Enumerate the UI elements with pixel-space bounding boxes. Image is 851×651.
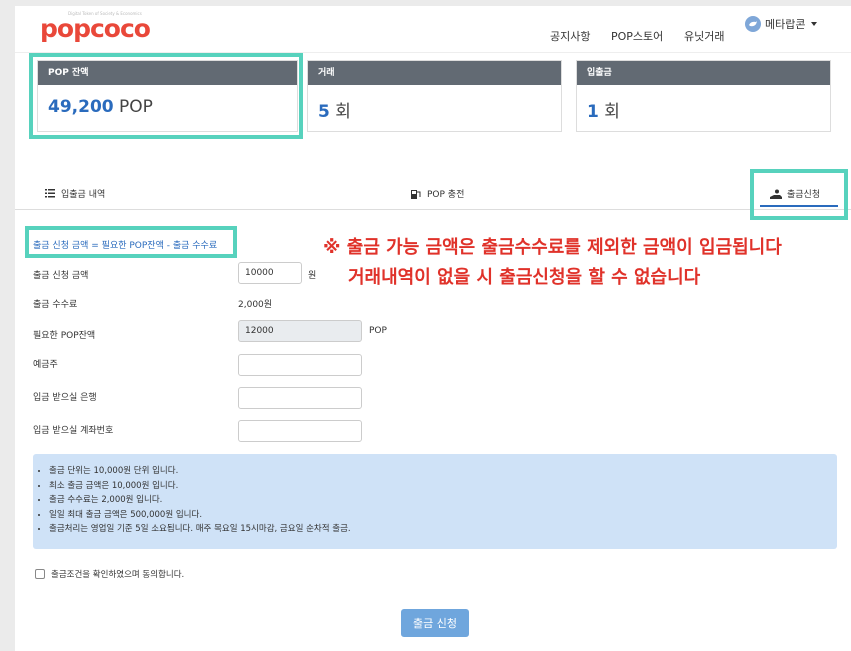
- stat-label: 입출금: [577, 61, 830, 85]
- avatar: [745, 16, 761, 32]
- list-icon: [45, 189, 55, 198]
- highlight-box-withdraw-tab: [750, 169, 848, 220]
- nav-pop-store[interactable]: POP스토어: [611, 28, 663, 44]
- required-balance-field: 12000: [238, 320, 362, 342]
- highlight-box-balance: [29, 53, 303, 139]
- highlight-box-formula: [25, 226, 237, 258]
- notice-item: 출금 단위는 10,000원 단위 입니다.: [49, 464, 837, 479]
- stat-card-trades: 거래 5 회: [307, 60, 562, 132]
- tab-charge[interactable]: POP 충전: [411, 187, 464, 200]
- agree-label: 출금조건을 확인하였으며 동의합니다.: [51, 570, 185, 580]
- fee-label: 출금 수수료: [33, 300, 78, 310]
- stat-value: 5 회: [318, 102, 351, 122]
- nav-unit-trade[interactable]: 유닛거래: [684, 28, 724, 44]
- tab-history-label: 입출금 내역: [61, 190, 106, 200]
- account-number-input[interactable]: [238, 420, 362, 442]
- amount-input[interactable]: 10000: [238, 262, 302, 284]
- stat-value: 1 회: [587, 102, 620, 122]
- amount-unit: 원: [308, 271, 317, 281]
- user-menu[interactable]: 메타랍콘: [745, 16, 818, 32]
- bird-icon: [749, 21, 757, 27]
- account-holder-input[interactable]: [238, 354, 362, 376]
- user-name: 메타랍콘: [765, 18, 806, 31]
- bank-label: 입금 받으실 은행: [33, 393, 97, 403]
- withdraw-notice: 출금 단위는 10,000원 단위 입니다. 최소 출금 금액은 10,000원…: [33, 454, 837, 549]
- chevron-down-icon: [811, 22, 818, 26]
- notice-item: 출금 수수료는 2,000원 입니다.: [49, 493, 837, 508]
- tabs-divider: [15, 209, 851, 210]
- tab-charge-label: POP 충전: [427, 190, 465, 200]
- warning-line-2: 거래내역이 없을 시 출금신청을 할 수 없습니다: [348, 267, 701, 288]
- nav-notice[interactable]: 공지사항: [550, 28, 590, 44]
- notice-item: 최소 출금 금액은 10,000원 입니다.: [49, 479, 837, 494]
- account-number-label: 입금 받으실 계좌번호: [33, 426, 114, 436]
- stat-label: 거래: [308, 61, 561, 85]
- charging-station-icon: [411, 189, 421, 199]
- agree-checkbox[interactable]: [35, 569, 45, 579]
- tab-history[interactable]: 입출금 내역: [45, 187, 105, 200]
- notice-item: 일일 최대 출금 금액은 500,000원 입니다.: [49, 508, 837, 523]
- agree-checkbox-row[interactable]: 출금조건을 확인하였으며 동의합니다.: [35, 568, 184, 580]
- bank-input[interactable]: [238, 387, 362, 409]
- required-balance-label: 필요한 POP잔액: [33, 331, 96, 341]
- submit-withdraw-button[interactable]: 출금 신청: [401, 609, 469, 637]
- stat-card-deposits: 입출금 1 회: [576, 60, 831, 132]
- required-balance-unit: POP: [369, 326, 387, 336]
- notice-item: 출금처리는 영업일 기준 5일 소요됩니다. 매주 목요일 15시마감, 금요일…: [49, 522, 837, 537]
- fee-value: 2,000원: [238, 300, 273, 310]
- warning-line-1: ※ 출금 가능 금액은 출금수수료를 제외한 금액이 입금됩니다: [323, 237, 782, 258]
- amount-label: 출금 신청 금액: [33, 271, 89, 281]
- account-holder-label: 예금주: [33, 360, 58, 370]
- logo-text: popcoco: [40, 14, 151, 43]
